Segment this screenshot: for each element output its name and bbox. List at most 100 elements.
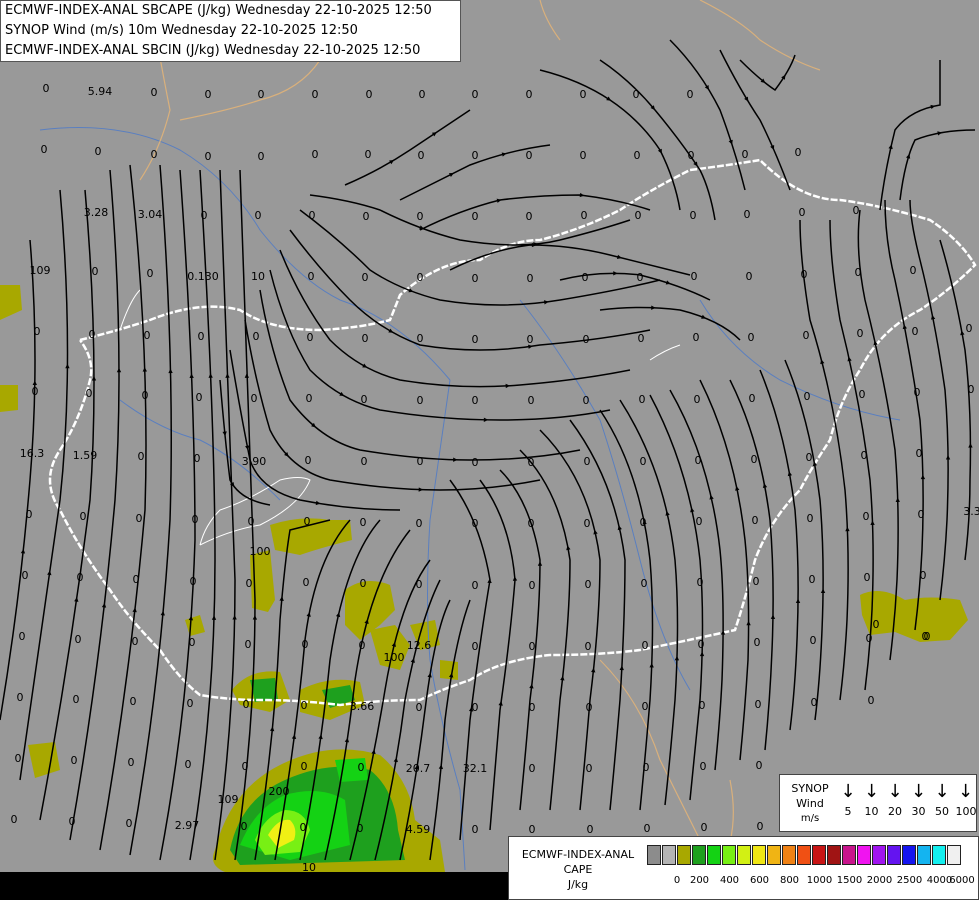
cin-value-label: 0 xyxy=(583,333,590,346)
cin-value-label: 0 xyxy=(811,696,818,709)
cin-value-label: 0 xyxy=(749,392,756,405)
synop-legend-value: 5 xyxy=(844,805,852,818)
cin-value-label: 0 xyxy=(529,823,536,836)
title-line-wind: SYNOP Wind (m/s) 10m Wednesday 22-10-202… xyxy=(5,23,358,38)
title-line-cape: ECMWF-INDEX-ANAL SBCAPE (J/kg) Wednesday… xyxy=(5,3,432,18)
cin-value-label: 0 xyxy=(17,691,24,704)
cin-value-label: 109 xyxy=(218,793,239,806)
cin-value-label: 0 xyxy=(581,209,588,222)
cin-value-label: 0 xyxy=(301,760,308,773)
cin-value-label: 0 xyxy=(914,386,921,399)
cin-value-label: 0 xyxy=(417,455,424,468)
cin-value-label: 0 xyxy=(528,394,535,407)
cape-color-swatch xyxy=(902,845,916,865)
synop-legend-value: 30 xyxy=(911,805,926,818)
cape-color-swatch xyxy=(932,845,946,865)
cin-value-label: 0 xyxy=(580,88,587,101)
cin-value-label: 0 xyxy=(804,390,811,403)
synop-legend-subtitle: Wind xyxy=(796,797,824,810)
cin-value-label: 0 xyxy=(308,270,315,283)
cin-value-label: 0 xyxy=(744,208,751,221)
cin-value-label: 0 xyxy=(190,575,197,588)
cin-value-label: 0 xyxy=(245,638,252,651)
cin-value-label: 0 xyxy=(147,267,154,280)
cin-value-label: 0 xyxy=(132,635,139,648)
cin-value-label: 0 xyxy=(853,204,860,217)
cin-value-label: 0 xyxy=(196,391,203,404)
cin-value-label: 0 xyxy=(695,454,702,467)
cin-value-label: 0 xyxy=(258,88,265,101)
cin-value-label: 0 xyxy=(472,579,479,592)
cape-color-swatch xyxy=(947,845,961,865)
cin-value-label: 0 xyxy=(910,264,917,277)
cin-value-label: 0 xyxy=(866,632,873,645)
cin-value-label: 0 xyxy=(748,331,755,344)
cin-value-label: 0 xyxy=(795,146,802,159)
cin-value-label: 0 xyxy=(138,450,145,463)
cin-value-label: 0 xyxy=(642,639,649,652)
cin-value-label: 0 xyxy=(873,618,880,631)
synop-legend-value: 10 xyxy=(864,805,879,818)
arrow-down-icon: ↓ xyxy=(934,781,950,802)
cin-value-label: 0 xyxy=(528,456,535,469)
cin-value-label: 0 xyxy=(300,821,307,834)
cin-value-label: 3.66 xyxy=(350,700,375,713)
synop-legend-arrow: ↓ 5 xyxy=(838,779,858,819)
cin-value-label: 0 xyxy=(246,577,253,590)
cin-value-label: 0 xyxy=(185,758,192,771)
cape-color-swatch xyxy=(752,845,766,865)
cin-value-label: 0 xyxy=(529,701,536,714)
synop-legend-arrow: ↓ 30 xyxy=(909,779,929,819)
cin-value-label: 0 xyxy=(698,638,705,651)
map-canvas[interactable]: 005.940000000003.283.0400109000.13010000… xyxy=(0,0,979,900)
cin-value-label: 0 xyxy=(358,761,365,774)
cin-value-label: 0 xyxy=(417,332,424,345)
cape-color-swatch xyxy=(917,845,931,865)
cin-value-label: 0 xyxy=(527,333,534,346)
cin-value-label: 10 xyxy=(302,861,316,874)
arrow-down-icon: ↓ xyxy=(957,781,974,802)
cin-value-label: 0 xyxy=(194,452,201,465)
cin-value-label: 0 xyxy=(920,569,927,582)
cin-value-label: 0 xyxy=(361,455,368,468)
cin-value-label: 0 xyxy=(527,272,534,285)
cin-value-label: 0 xyxy=(362,271,369,284)
cin-value-label: 0 xyxy=(924,630,931,643)
cin-value-label: 100 xyxy=(250,545,271,558)
cape-color-scale xyxy=(647,845,962,865)
cin-value-label: 0 xyxy=(312,88,319,101)
cin-value-label: 0 xyxy=(201,209,208,222)
cin-value-label: 0 xyxy=(700,760,707,773)
cin-value-label: 0 xyxy=(634,149,641,162)
cin-value-label: 0 xyxy=(807,512,814,525)
cin-value-label: 0 xyxy=(22,569,29,582)
cin-value-label: 0 xyxy=(472,272,479,285)
cin-value-label: 0 xyxy=(641,577,648,590)
cin-value-label: 0 xyxy=(366,88,373,101)
cape-color-swatch xyxy=(887,845,901,865)
cin-value-label: 0 xyxy=(529,640,536,653)
cin-value-label: 0 xyxy=(312,148,319,161)
cin-value-label: 0 xyxy=(248,515,255,528)
cin-value-label: 0 xyxy=(529,762,536,775)
cin-value-label: 0 xyxy=(187,697,194,710)
cin-value-label: 0 xyxy=(363,210,370,223)
cin-value-label: 0 xyxy=(868,694,875,707)
cape-scale-tick: 1500 xyxy=(836,875,863,886)
cape-color-swatch xyxy=(782,845,796,865)
cin-value-label: 0 xyxy=(255,209,262,222)
cin-value-label: 0 xyxy=(472,210,479,223)
cin-value-label: 0 xyxy=(640,455,647,468)
cin-value-label: 32.1 xyxy=(463,762,488,775)
cin-value-label: 0 xyxy=(472,701,479,714)
synop-legend-arrow: ↓ 50 xyxy=(932,779,952,819)
cin-value-label: 0 xyxy=(642,700,649,713)
cin-value-label: 0 xyxy=(585,578,592,591)
cin-value-label: 0 xyxy=(242,760,249,773)
map-background xyxy=(0,0,979,900)
cape-color-swatch xyxy=(737,845,751,865)
cin-value-label: 0 xyxy=(699,699,706,712)
cape-legend-label: ECMWF-INDEX-ANAL CAPE J/kg xyxy=(513,847,643,892)
cin-value-label: 0 xyxy=(918,508,925,521)
cin-value-label: 0 xyxy=(859,388,866,401)
